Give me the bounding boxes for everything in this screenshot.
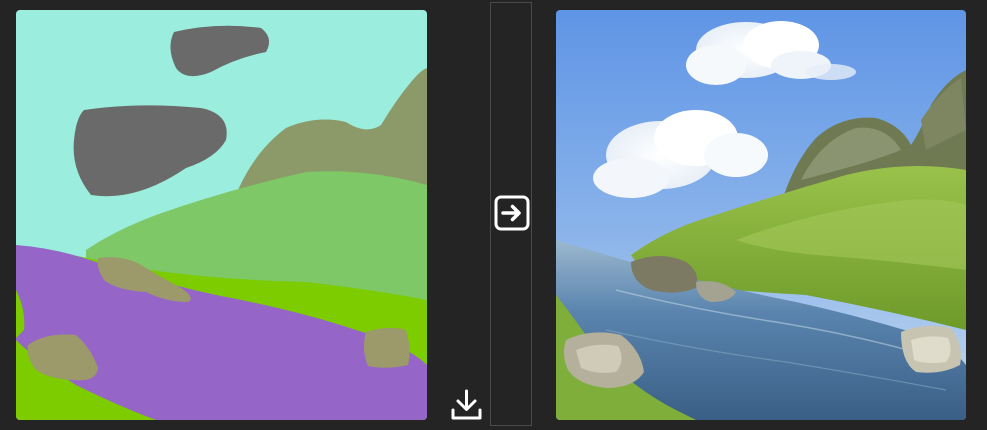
segmentation-drawing <box>16 10 427 420</box>
segmentation-canvas[interactable] <box>16 10 427 420</box>
rock-foreground-light <box>576 344 622 373</box>
landscape-output <box>556 10 966 420</box>
cloud-wisp <box>806 64 856 80</box>
arrow-right-box-icon <box>494 195 530 231</box>
generate-button[interactable] <box>490 2 532 426</box>
rock-region <box>363 327 410 368</box>
download-icon <box>451 389 482 420</box>
download-button[interactable] <box>450 388 483 421</box>
generated-image <box>556 10 966 420</box>
rock-right-light <box>911 336 951 364</box>
